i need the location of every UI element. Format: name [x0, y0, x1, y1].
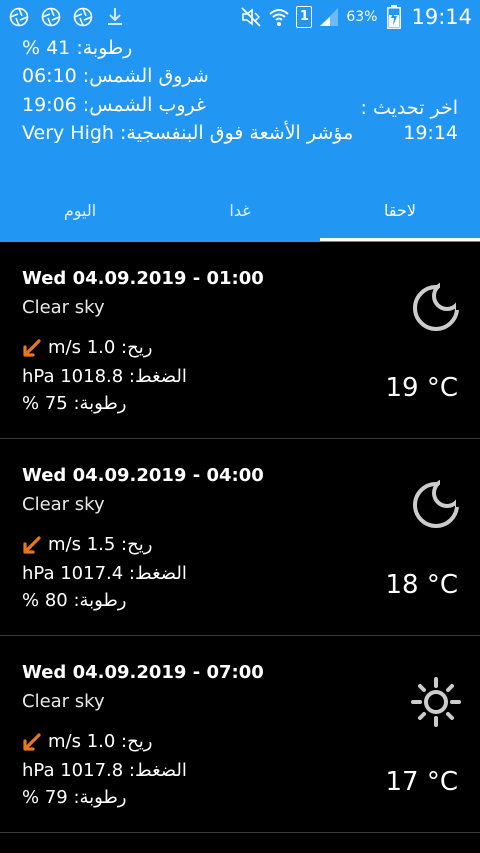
forecast-temperature: 18 °C	[385, 570, 458, 600]
wind-direction-icon	[23, 535, 41, 554]
wind-text: ريح: m/s 1.0	[48, 337, 153, 358]
forecast-description: Clear sky	[22, 297, 105, 318]
wind-text: ريح: m/s 1.0	[48, 731, 153, 752]
moon-icon	[413, 479, 462, 528]
forecast-humidity: رطوبة: 75 %	[22, 393, 127, 414]
forecast-humidity: رطوبة: 79 %	[22, 787, 127, 808]
battery-percent: 63%	[346, 9, 378, 25]
tab-today[interactable]: اليوم	[0, 178, 160, 242]
wind-direction-icon	[23, 338, 41, 357]
forecast-card[interactable]: Wed 04.09.2019 - 01:00 Clear sky ريح: m/…	[0, 242, 480, 439]
forecast-tabs: اليوم غدا لاحقا	[0, 178, 480, 242]
forecast-pressure: الضغط: hPa 1018.8	[22, 366, 187, 387]
signal-icon	[318, 6, 340, 28]
wind-text: ريح: m/s 1.5	[48, 534, 153, 555]
forecast-description: Clear sky	[22, 691, 105, 712]
aperture-icon	[72, 6, 94, 28]
wind-direction-icon	[23, 732, 41, 751]
aperture-icon	[8, 6, 30, 28]
forecast-datetime: Wed 04.09.2019 - 01:00	[22, 268, 264, 289]
forecast-datetime: Wed 04.09.2019 - 04:00	[22, 465, 264, 486]
aperture-icon	[40, 6, 62, 28]
humidity-line: رطوبة: 41 %	[22, 37, 133, 59]
forecast-temperature: 17 °C	[385, 767, 458, 797]
sim-indicator: 1	[296, 6, 313, 28]
forecast-pressure: الضغط: hPa 1017.8	[22, 760, 187, 781]
moon-icon	[413, 282, 462, 331]
forecast-list[interactable]: Wed 04.09.2019 - 01:00 Clear sky ريح: m/…	[0, 242, 480, 833]
forecast-datetime: Wed 04.09.2019 - 07:00	[22, 662, 264, 683]
status-time: 19:14	[411, 5, 472, 29]
forecast-wind: ريح: m/s 1.5	[22, 534, 152, 555]
sun-icon	[411, 677, 461, 727]
forecast-wind: ريح: m/s 1.0	[22, 337, 152, 358]
uv-index-line: مؤشر الأشعة فوق البنفسجية: Very High	[22, 122, 354, 144]
forecast-card[interactable]: Wed 04.09.2019 - 07:00 Clear sky ريح: m/…	[0, 636, 480, 833]
active-tab-indicator	[320, 238, 480, 241]
wifi-icon	[268, 6, 290, 28]
forecast-pressure: الضغط: hPa 1017.4	[22, 563, 187, 584]
last-update-label: اخر تحديث :	[360, 97, 458, 119]
sunrise-line: شروق الشمس: 06:10	[22, 65, 209, 87]
mute-icon	[240, 6, 262, 28]
forecast-description: Clear sky	[22, 494, 105, 515]
last-update-time: 19:14	[403, 122, 458, 144]
tab-later[interactable]: لاحقا	[320, 178, 480, 242]
forecast-humidity: رطوبة: 80 %	[22, 590, 127, 611]
forecast-card[interactable]: Wed 04.09.2019 - 04:00 Clear sky ريح: m/…	[0, 439, 480, 636]
download-icon	[104, 6, 126, 28]
sunset-line: غروب الشمس: 19:06	[22, 94, 206, 116]
tab-tomorrow[interactable]: غدا	[160, 178, 320, 242]
battery-charging-icon	[383, 5, 405, 29]
forecast-temperature: 19 °C	[385, 373, 458, 403]
forecast-wind: ريح: m/s 1.0	[22, 731, 152, 752]
status-bar: 1 63% 19:14	[0, 0, 480, 34]
